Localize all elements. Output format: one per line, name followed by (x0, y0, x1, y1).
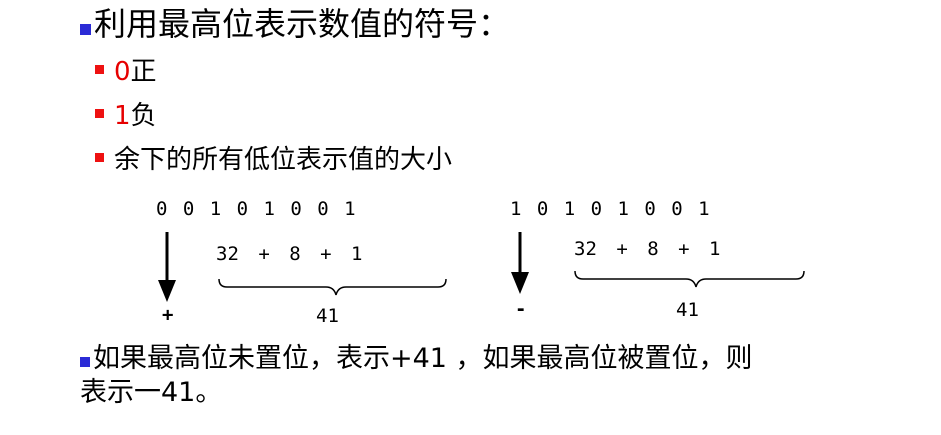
footer-line-1: 如果最高位未置位，表示+41 ，如果最高位被置位，则 (80, 342, 753, 376)
footer-text-1: 如果最高位未置位，表示+41 ，如果最高位被置位，则 (93, 343, 753, 374)
bullet-square-icon (80, 357, 90, 367)
brace-icon (218, 278, 447, 296)
footer-paragraph: 如果最高位未置位，表示+41 ，如果最高位被置位，则 表示一41。 (80, 342, 753, 410)
down-arrow-icon (511, 232, 529, 294)
down-arrow-icon (158, 232, 176, 302)
brace-icon (574, 270, 805, 288)
footer-line-2: 表示一41。 (80, 377, 223, 408)
